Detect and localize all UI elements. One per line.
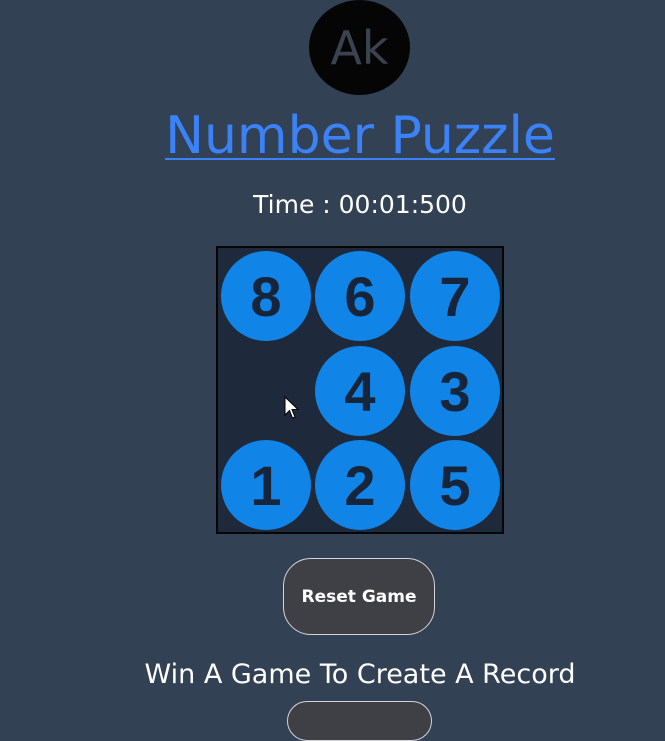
puzzle-tile[interactable]: 5: [410, 440, 500, 530]
puzzle-tile[interactable]: 7: [410, 251, 500, 341]
record-message: Win A Game To Create A Record: [144, 659, 576, 690]
puzzle-tile[interactable]: 6: [315, 251, 405, 341]
avatar: Ak: [309, 0, 410, 95]
puzzle-tile[interactable]: 4: [315, 346, 405, 436]
puzzle-tile[interactable]: 2: [315, 440, 405, 530]
puzzle-tile[interactable]: 1: [221, 440, 311, 530]
mouse-cursor-icon: [284, 396, 300, 419]
avatar-initials: Ak: [330, 20, 389, 75]
puzzle-board: 8 6 7 4 3 1 2 5: [216, 246, 504, 534]
puzzle-tile[interactable]: 3: [410, 346, 500, 436]
reset-game-button[interactable]: Reset Game: [283, 558, 435, 635]
page-title[interactable]: Number Puzzle: [0, 104, 665, 168]
puzzle-tile[interactable]: 8: [221, 251, 311, 341]
partial-button[interactable]: [287, 701, 432, 741]
timer-display: Time : 00:01:500: [253, 190, 467, 219]
